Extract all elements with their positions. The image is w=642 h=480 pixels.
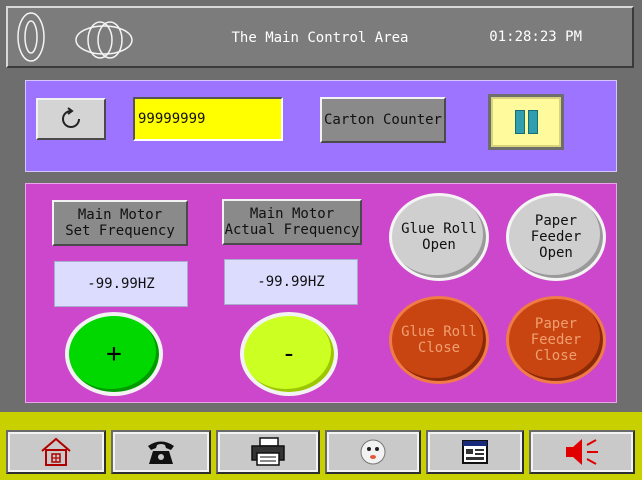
set-frequency-label-line1: Main Motor bbox=[77, 207, 163, 223]
increase-frequency-button[interactable]: + bbox=[65, 312, 163, 396]
paper-feeder-open-button[interactable]: Paper Feeder Open bbox=[506, 193, 606, 281]
nav-sound-button[interactable] bbox=[529, 430, 635, 474]
glue-roll-open-button[interactable]: Glue Roll Open bbox=[389, 193, 489, 281]
paper-feeder-close-line1: Paper bbox=[534, 316, 578, 332]
carton-counter-label: Carton Counter bbox=[320, 97, 446, 143]
hmi-screen: The Main Control Area 01:28:23 PM 999999… bbox=[0, 0, 642, 480]
paper-feeder-close-line2: Feeder bbox=[530, 332, 582, 348]
pause-button[interactable] bbox=[488, 94, 564, 150]
set-frequency-label-line2: Set Frequency bbox=[65, 223, 175, 239]
set-frequency-value[interactable]: -99.99HZ bbox=[54, 261, 188, 307]
glue-roll-close-button[interactable]: Glue Roll Close bbox=[389, 296, 489, 384]
speaker-icon bbox=[566, 439, 598, 465]
nav-phone-button[interactable] bbox=[111, 430, 211, 474]
paper-feeder-open-line1: Paper bbox=[534, 213, 578, 229]
refresh-icon bbox=[62, 107, 80, 128]
glue-roll-close-line1: Glue Roll bbox=[401, 324, 477, 340]
actual-frequency-label-line2: Actual Frequency bbox=[224, 222, 360, 238]
carton-counter-value: 99999999 bbox=[133, 97, 283, 141]
header-bar: The Main Control Area 01:28:23 PM bbox=[6, 6, 634, 68]
paper-feeder-open-line3: Open bbox=[539, 245, 573, 261]
printer-icon bbox=[251, 437, 285, 466]
glue-roll-close-line2: Close bbox=[417, 340, 461, 356]
paper-feeder-close-button[interactable]: Paper Feeder Close bbox=[506, 296, 606, 384]
nav-window-button[interactable] bbox=[426, 430, 524, 474]
set-frequency-label: Main Motor Set Frequency bbox=[52, 200, 188, 246]
window-icon bbox=[462, 440, 488, 464]
paper-feeder-close-line3: Close bbox=[534, 348, 578, 364]
nav-print-button[interactable] bbox=[216, 430, 320, 474]
glue-roll-open-line2: Open bbox=[422, 237, 456, 253]
decrease-frequency-button[interactable]: - bbox=[240, 312, 338, 396]
nav-home-button[interactable] bbox=[6, 430, 106, 474]
telephone-icon bbox=[148, 441, 174, 464]
actual-frequency-label-line1: Main Motor bbox=[249, 206, 335, 222]
actual-frequency-value: -99.99HZ bbox=[224, 259, 358, 305]
pause-icon bbox=[491, 97, 561, 147]
nav-face-button[interactable] bbox=[325, 430, 421, 474]
glue-roll-open-line1: Glue Roll bbox=[401, 221, 477, 237]
paper-feeder-open-line2: Feeder bbox=[530, 229, 582, 245]
reset-counter-button[interactable] bbox=[36, 98, 106, 140]
clock-display: 01:28:23 PM bbox=[489, 29, 582, 45]
home-icon bbox=[41, 437, 71, 466]
actual-frequency-label: Main Motor Actual Frequency bbox=[222, 199, 362, 245]
face-icon bbox=[360, 439, 386, 465]
